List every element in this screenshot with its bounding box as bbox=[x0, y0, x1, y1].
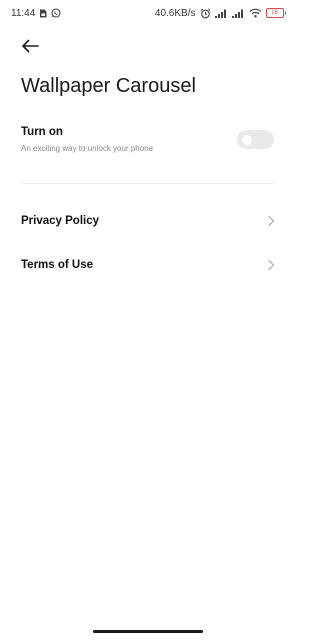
arrow-left-icon bbox=[21, 39, 39, 58]
status-bar-right: 40.6KB/s 16 bbox=[155, 8, 286, 19]
battery-icon: 16 bbox=[265, 8, 286, 18]
turn-on-setting[interactable]: Turn on An exciting way to unlock your p… bbox=[21, 126, 274, 158]
page-title: Wallpaper Carousel bbox=[21, 75, 196, 97]
setting-subtitle: An exciting way to unlock your phone bbox=[21, 144, 154, 153]
signal-icon bbox=[231, 9, 245, 18]
privacy-policy-item[interactable]: Privacy Policy bbox=[0, 201, 295, 241]
home-indicator[interactable] bbox=[92, 630, 203, 633]
menu-item-label: Terms of Use bbox=[21, 259, 94, 271]
alarm-icon bbox=[200, 8, 211, 19]
back-button[interactable] bbox=[17, 37, 43, 59]
battery-level: 16 bbox=[265, 8, 284, 18]
toggle-knob bbox=[242, 134, 252, 145]
status-time: 11:44 bbox=[11, 7, 36, 19]
whatsapp-icon bbox=[51, 8, 61, 18]
wifi-icon bbox=[249, 8, 262, 18]
setting-title: Turn on bbox=[21, 126, 63, 138]
turn-on-toggle[interactable] bbox=[237, 130, 274, 149]
sim-card-icon bbox=[39, 9, 47, 18]
terms-of-use-item[interactable]: Terms of Use bbox=[0, 245, 295, 285]
chevron-right-icon bbox=[268, 215, 275, 227]
status-bar-left: 11:44 bbox=[11, 8, 61, 19]
battery-tip bbox=[284, 11, 286, 15]
chevron-right-icon bbox=[268, 259, 275, 271]
network-speed: 40.6KB/s bbox=[154, 7, 196, 19]
status-bar: 11:44 40.6KB/s 16 bbox=[0, 0, 295, 26]
divider bbox=[21, 183, 274, 184]
signal-icon bbox=[214, 9, 228, 18]
menu-item-label: Privacy Policy bbox=[21, 215, 99, 227]
